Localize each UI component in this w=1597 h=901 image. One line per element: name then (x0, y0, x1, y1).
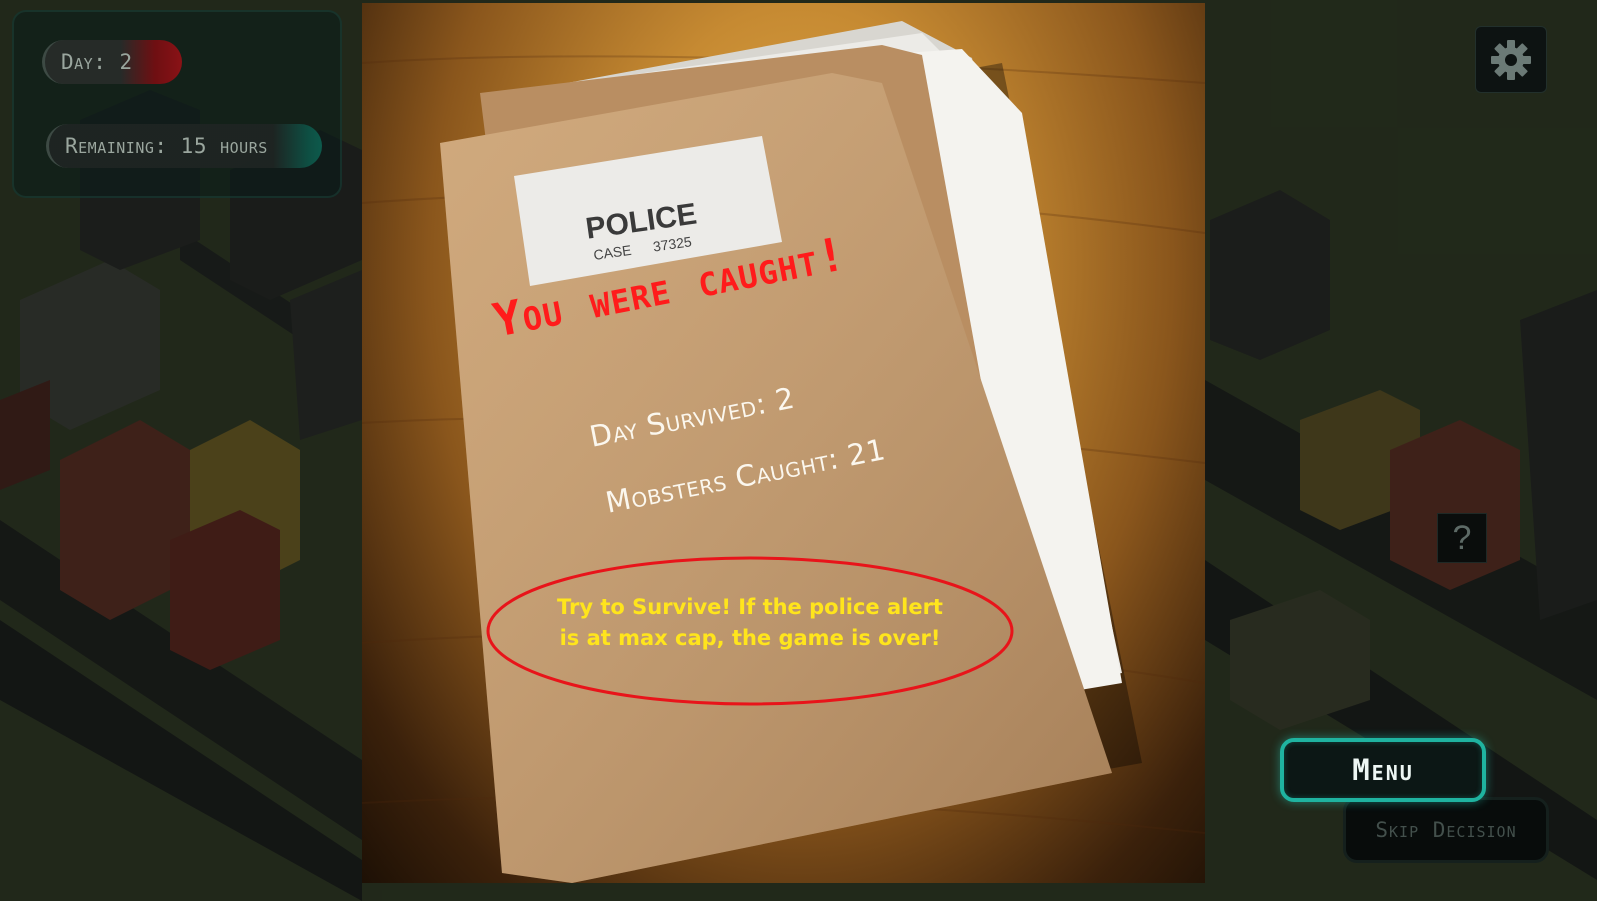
remaining-time-counter: Remaining: 15 hours (46, 124, 322, 168)
settings-button[interactable] (1475, 26, 1547, 93)
hint-line-1: Try to Survive! If the police alert (557, 595, 943, 619)
menu-button[interactable]: Menu (1280, 738, 1486, 802)
case-folder-illustration (362, 21, 1205, 883)
survival-hint: Try to Survive! If the police alert is a… (520, 592, 980, 654)
day-label: Day: 2 (61, 50, 133, 74)
remaining-label: Remaining: 15 hours (65, 134, 268, 158)
gear-icon (1491, 39, 1531, 80)
question-icon: ? (1452, 518, 1472, 557)
day-counter: Day: 2 (42, 40, 182, 84)
help-button[interactable]: ? (1437, 513, 1487, 563)
game-over-panel (362, 3, 1205, 883)
hud-panel (12, 10, 342, 198)
hint-line-2: is at max cap, the game is over! (559, 626, 941, 650)
skip-decision-button[interactable]: Skip Decision (1343, 797, 1549, 863)
